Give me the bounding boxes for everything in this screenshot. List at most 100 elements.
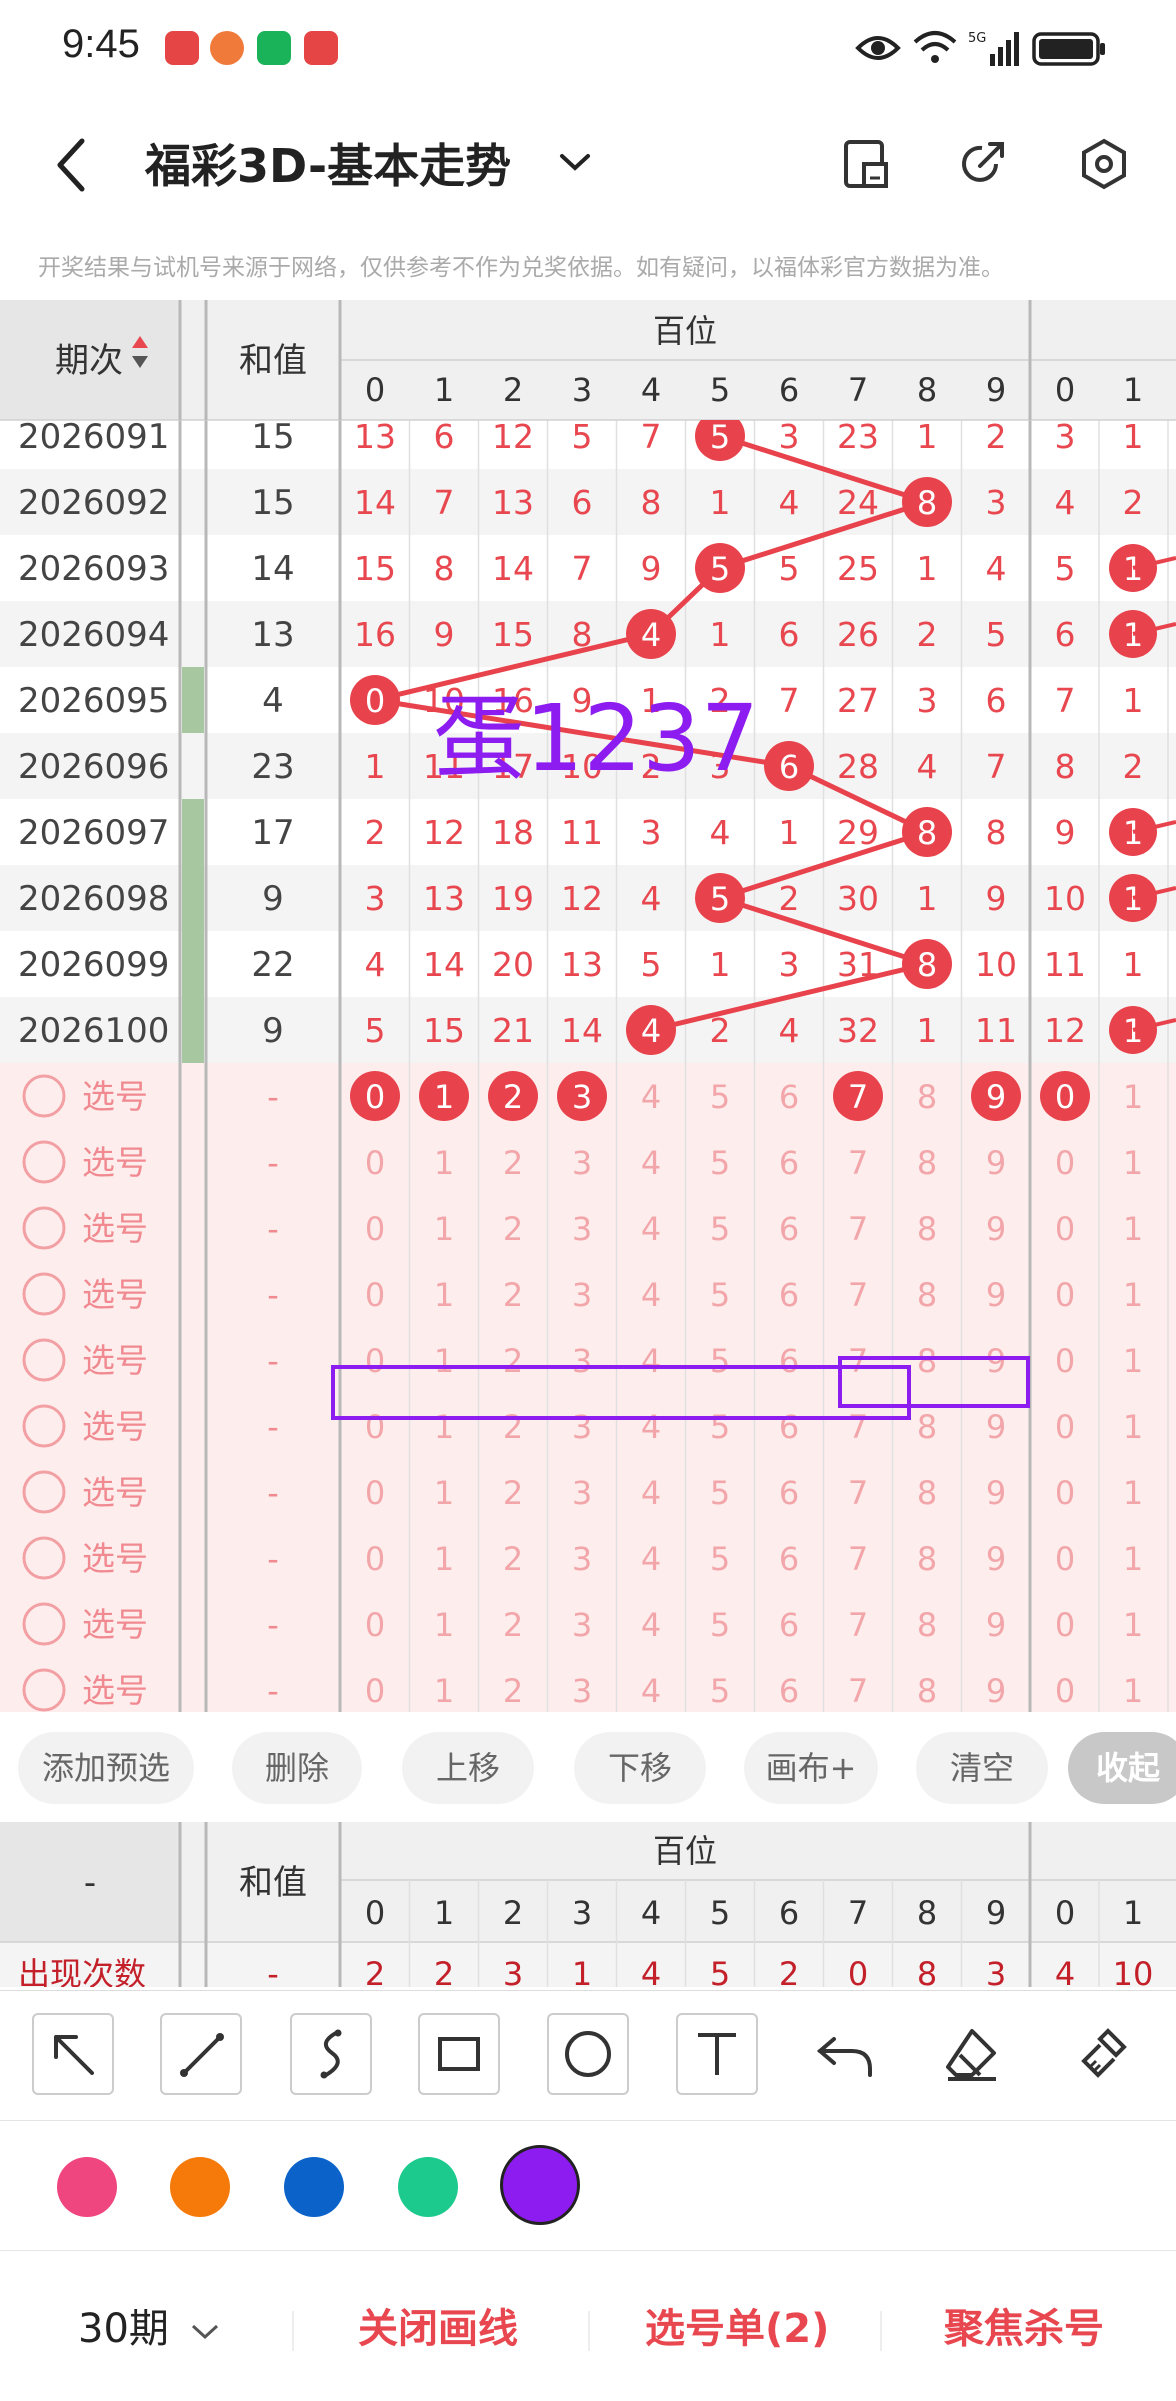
select-digit: 1 — [434, 1210, 454, 1248]
select-digit: 8 — [917, 1540, 937, 1578]
select-digit: 3 — [572, 1606, 592, 1644]
trend-table[interactable]: 期次 和值 百位 0 1 2 3 4 5 6 7 8 9 0 1 2026091 15 13 6 12 5 7 3 23 1 2 3… — [0, 300, 1176, 1712]
status-time: 9:45 — [62, 22, 140, 66]
indicator-green — [182, 865, 204, 931]
select-digit: 5 — [710, 1474, 730, 1512]
miss-value: 3 — [1055, 417, 1076, 456]
selection-list-button[interactable]: 选号单(2) — [645, 2296, 829, 2354]
occurrence-count: 5 — [710, 1955, 730, 1987]
wechat-icon — [257, 31, 291, 65]
digit-header: 0 — [365, 1894, 385, 1932]
collapse-button[interactable]: 收起 — [1068, 1732, 1176, 1804]
chevron-down-icon[interactable] — [558, 150, 592, 174]
select-digit: 0 — [365, 1210, 385, 1248]
digit-header: 1 — [434, 1894, 454, 1932]
select-digit: 1 — [434, 1276, 454, 1314]
select-digit: 8 — [917, 1342, 937, 1380]
undo-icon[interactable] — [812, 2025, 882, 2085]
miss-value: 5 — [365, 1011, 386, 1050]
selected-number: 0 — [365, 1078, 385, 1116]
select-digit: 6 — [779, 1606, 799, 1644]
select-digit: 0 — [1055, 1474, 1075, 1512]
close-line-button[interactable]: 关闭画线 — [358, 2296, 518, 2354]
nav-separator — [588, 2311, 590, 2351]
select-sum: - — [267, 1408, 279, 1446]
focus-kill-button[interactable]: 聚焦杀号 — [944, 2296, 1104, 2354]
period-label: 30期 — [78, 2306, 169, 2352]
move-up-button[interactable]: 上移 — [402, 1732, 534, 1804]
digit-header: 5 — [710, 1894, 730, 1932]
select-digit: 6 — [779, 1474, 799, 1512]
occurrence-count: 2 — [434, 1955, 454, 1987]
select-digit: 3 — [572, 1276, 592, 1314]
miss-value: 7 — [572, 549, 593, 588]
miss-value: 3 — [779, 945, 800, 984]
issue-number: 2026098 — [18, 879, 169, 919]
layout-icon[interactable] — [842, 138, 892, 190]
color-swatch-green[interactable] — [398, 2157, 458, 2217]
stats-table: - 和值 百位 0 1 2 3 4 5 6 7 8 9 0 1 出现次数 - 2 2 3 1 4 5 2 0 8 3 4 10 — [0, 1822, 1176, 1987]
miss-value: 23 — [837, 417, 879, 456]
select-digit: 0 — [365, 1672, 385, 1710]
select-digit: 1 — [1123, 1540, 1143, 1578]
line-tool[interactable] — [160, 2013, 242, 2095]
color-swatch-orange[interactable] — [170, 2157, 230, 2217]
clear-button[interactable]: 清空 — [916, 1732, 1048, 1804]
delete-button[interactable]: 删除 — [232, 1732, 362, 1804]
miss-value: 13 — [492, 483, 534, 522]
color-swatch-blue[interactable] — [284, 2157, 344, 2217]
miss-value: 13 — [423, 879, 465, 918]
text-tool[interactable] — [676, 2013, 758, 2095]
select-digit: 1 — [434, 1474, 454, 1512]
select-digit: 5 — [710, 1408, 730, 1446]
sum-value: 9 — [262, 1011, 284, 1051]
settings-icon[interactable] — [1078, 138, 1130, 190]
select-digit: 9 — [986, 1276, 1006, 1314]
trend-chart: 期次 和值百位0 1 2 3 4 5 6 7 8 9 0 12026091 15 13 6 12 5 7 3 23 1 2 3… — [0, 300, 1176, 1712]
miss-value: 3 — [365, 879, 386, 918]
select-digit: 4 — [641, 1606, 661, 1644]
select-digit: 0 — [365, 1144, 385, 1182]
miss-value: 4 — [641, 879, 662, 918]
miss-value: 25 — [837, 549, 879, 588]
period-select[interactable]: 30期 — [78, 2296, 220, 2354]
select-digit: 3 — [572, 1342, 592, 1380]
select-digit: 3 — [572, 1408, 592, 1446]
circle-tool[interactable] — [547, 2013, 629, 2095]
miss-value: 1 — [917, 879, 938, 918]
color-swatch-purple-selected[interactable] — [500, 2145, 580, 2225]
select-digit: 3 — [572, 1672, 592, 1710]
issue-number: 2026094 — [18, 615, 169, 655]
arrow-tool[interactable] — [32, 2013, 114, 2095]
eraser-icon[interactable] — [938, 2023, 1008, 2087]
brush-clear-icon[interactable] — [1070, 2023, 1140, 2087]
miss-value: 9 — [641, 549, 662, 588]
column-sum-header: 和值 — [239, 341, 307, 381]
digit-header: 2 — [503, 1894, 523, 1932]
occurrence-count: 4 — [641, 1955, 661, 1987]
miss-value: 1 — [710, 945, 731, 984]
rectangle-tool[interactable] — [418, 2013, 500, 2095]
move-down-button[interactable]: 下移 — [574, 1732, 706, 1804]
curve-tool[interactable] — [290, 2013, 372, 2095]
digit-header: 4 — [641, 371, 661, 409]
color-swatch-pink[interactable] — [57, 2157, 117, 2217]
miss-value: 18 — [492, 813, 534, 852]
select-digit: 1 — [1123, 1408, 1143, 1446]
add-preselect-button[interactable]: 添加预选 — [18, 1732, 194, 1804]
hit-number: 0 — [365, 682, 385, 720]
share-icon[interactable] — [956, 138, 1008, 190]
miss-value: 14 — [561, 1011, 603, 1050]
select-digit: 0 — [365, 1276, 385, 1314]
status-bar: 9:45 5G — [0, 0, 1176, 100]
miss-value: 8 — [641, 483, 662, 522]
select-digit: 0 — [1055, 1672, 1075, 1710]
miss-value: 1 — [779, 813, 800, 852]
canvas-add-button[interactable]: 画布+ — [744, 1732, 878, 1804]
back-icon[interactable] — [52, 135, 92, 195]
digit-header: 5 — [710, 371, 730, 409]
select-digit: 6 — [779, 1078, 799, 1116]
digit-header: 9 — [986, 1894, 1006, 1932]
page-title[interactable]: 福彩3D-基本走势 — [145, 130, 511, 196]
arrow-icon — [54, 2035, 94, 2075]
